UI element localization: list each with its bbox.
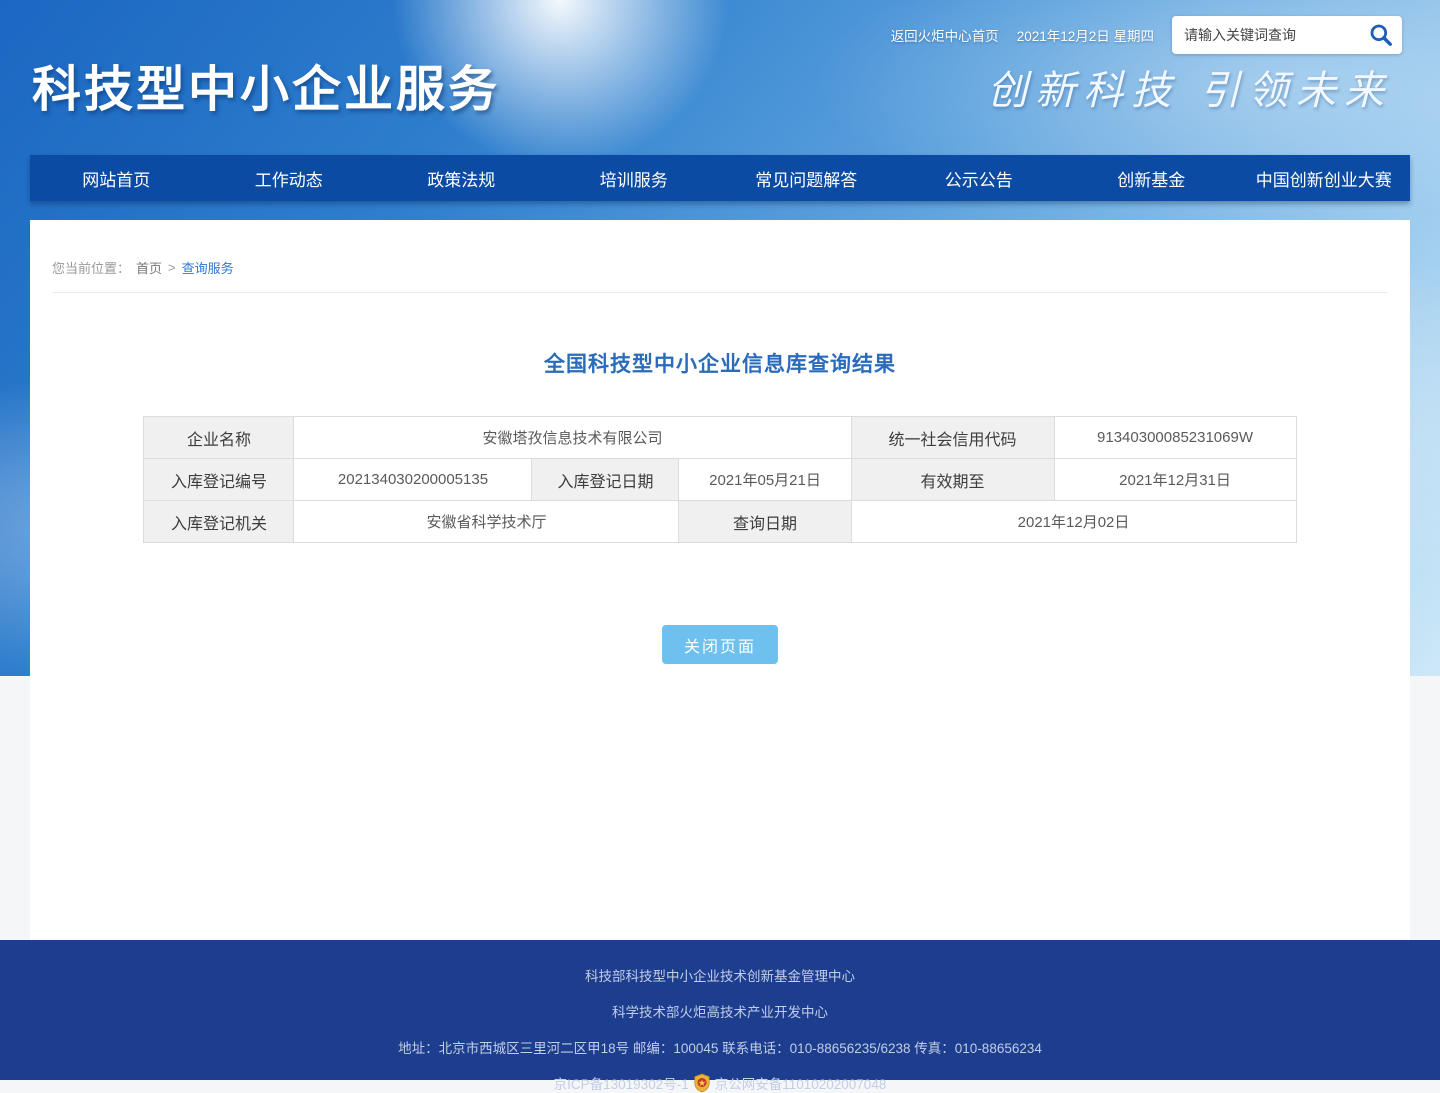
registration-date-label: 入库登记日期 <box>532 459 679 501</box>
query-date-value: 2021年12月02日 <box>851 501 1296 543</box>
button-row: 关闭页面 <box>30 625 1410 664</box>
valid-until-label: 有效期至 <box>851 459 1054 501</box>
nav-item-faq[interactable]: 常见问题解答 <box>720 155 893 201</box>
footer-org-line-1: 科技部科技型中小企业技术创新基金管理中心 <box>0 965 1440 985</box>
nav-item-home[interactable]: 网站首页 <box>30 155 203 201</box>
table-row: 入库登记机关 安徽省科学技术厅 查询日期 2021年12月02日 <box>144 501 1296 543</box>
registration-org-value: 安徽省科学技术厅 <box>294 501 679 543</box>
table-row: 入库登记编号 202134030200005135 入库登记日期 2021年05… <box>144 459 1296 501</box>
footer-address-line: 地址：北京市西城区三里河二区甲18号 邮编：100045 联系电话：010-88… <box>0 1037 1440 1057</box>
search-icon[interactable] <box>1368 22 1394 48</box>
nav-item-work-news[interactable]: 工作动态 <box>203 155 376 201</box>
police-record-link[interactable]: 京公网安备11010202007048 <box>715 1073 887 1093</box>
query-result-table: 企业名称 安徽塔孜信息技术有限公司 统一社会信用代码 9134030008523… <box>143 416 1296 543</box>
registration-org-label: 入库登记机关 <box>144 501 294 543</box>
breadcrumb-divider <box>52 292 1388 293</box>
credit-code-label: 统一社会信用代码 <box>851 417 1054 459</box>
page: 返回火炬中心首页 2021年12月2日 星期四 科技型中小企业服务 创新科技 引… <box>0 0 1440 1080</box>
main-nav: 网站首页 工作动态 政策法规 培训服务 常见问题解答 公示公告 创新基金 中国创… <box>30 155 1410 201</box>
breadcrumb: 您当前位置： 首页 > 查询服务 <box>30 220 1410 277</box>
company-name-label: 企业名称 <box>144 417 294 459</box>
current-date-text: 2021年12月2日 星期四 <box>1017 25 1154 45</box>
header-topbar: 返回火炬中心首页 2021年12月2日 星期四 <box>891 15 1402 55</box>
search-box[interactable] <box>1172 16 1402 54</box>
site-logo-title: 科技型中小企业服务 <box>32 50 500 121</box>
valid-until-value: 2021年12月31日 <box>1054 459 1296 501</box>
page-title: 全国科技型中小企业信息库查询结果 <box>30 348 1410 378</box>
registration-no-value: 202134030200005135 <box>294 459 532 501</box>
footer-org-line-2: 科学技术部火炬高技术产业开发中心 <box>0 1001 1440 1021</box>
table-row: 企业名称 安徽塔孜信息技术有限公司 统一社会信用代码 9134030008523… <box>144 417 1296 459</box>
nav-item-innovation-fund[interactable]: 创新基金 <box>1065 155 1238 201</box>
nav-item-announcements[interactable]: 公示公告 <box>893 155 1066 201</box>
return-torch-home-link[interactable]: 返回火炬中心首页 <box>891 25 999 45</box>
page-footer: 科技部科技型中小企业技术创新基金管理中心 科学技术部火炬高技术产业开发中心 地址… <box>0 940 1440 1080</box>
company-name-value: 安徽塔孜信息技术有限公司 <box>294 417 851 459</box>
breadcrumb-prefix: 您当前位置： <box>52 258 130 277</box>
breadcrumb-separator: > <box>168 260 176 275</box>
breadcrumb-home-link[interactable]: 首页 <box>136 258 162 277</box>
banner-slogan: 创新科技 引领未来 <box>987 58 1392 116</box>
content-card: 您当前位置： 首页 > 查询服务 全国科技型中小企业信息库查询结果 企业名称 安… <box>30 220 1410 940</box>
nav-item-training[interactable]: 培训服务 <box>548 155 721 201</box>
breadcrumb-current-link[interactable]: 查询服务 <box>182 258 234 277</box>
registration-date-value: 2021年05月21日 <box>679 459 851 501</box>
icp-record-link[interactable]: 京ICP备13019302号-1 <box>554 1073 689 1093</box>
registration-no-label: 入库登记编号 <box>144 459 294 501</box>
close-page-button[interactable]: 关闭页面 <box>662 625 778 664</box>
query-date-label: 查询日期 <box>679 501 851 543</box>
search-input[interactable] <box>1184 27 1368 43</box>
credit-code-value: 91340300085231069W <box>1054 417 1296 459</box>
nav-item-policies[interactable]: 政策法规 <box>375 155 548 201</box>
nav-item-innovation-contest[interactable]: 中国创新创业大赛 <box>1238 155 1411 201</box>
footer-icp-line: 京ICP备13019302号-1 京公网安备11010202007048 <box>0 1073 1440 1093</box>
police-badge-icon <box>693 1073 711 1093</box>
